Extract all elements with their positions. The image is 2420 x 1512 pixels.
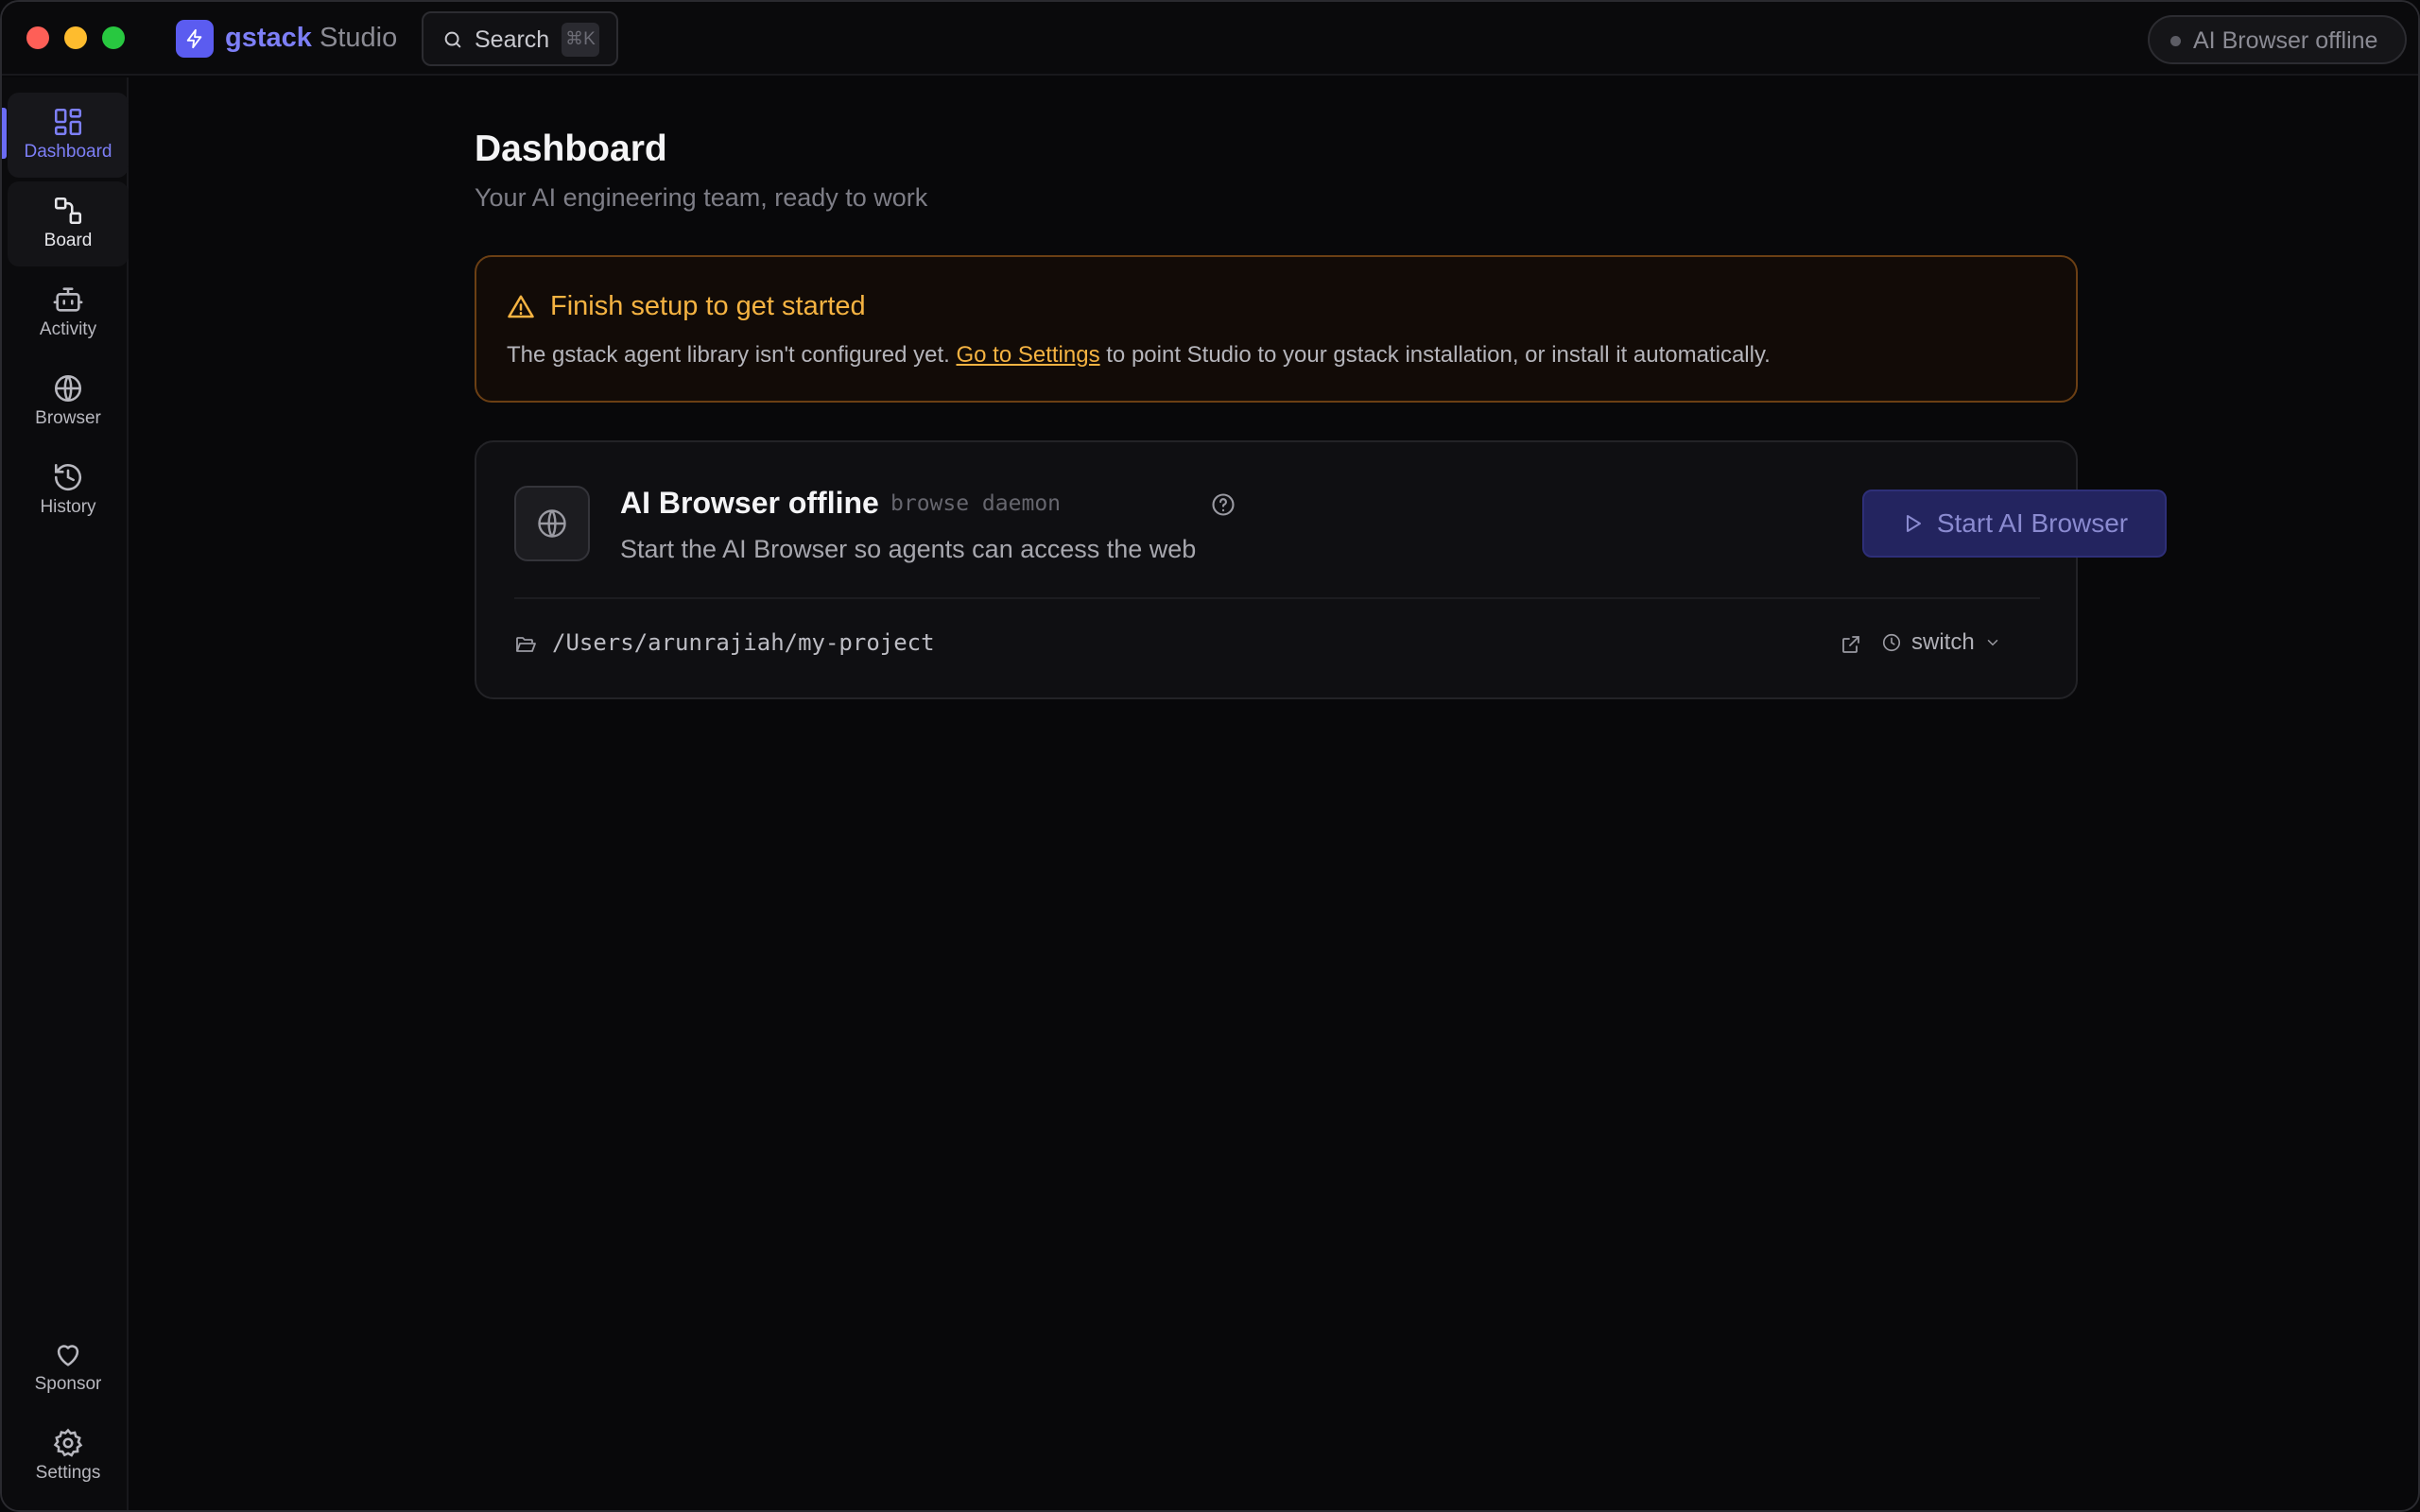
minimize-window-button[interactable] [64,26,87,49]
sidebar-item-label: Sponsor [34,1374,102,1394]
play-icon [1906,515,1921,532]
sidebar-item-label: Dashboard [24,142,112,162]
board-icon [54,197,82,225]
main-content: Dashboard Your AI engineering team, read… [130,77,2418,1510]
divider [514,597,2040,599]
robot-icon [53,287,83,312]
gear-icon [53,1428,83,1457]
setup-warning-card: Finish setup to get started The gstack a… [475,255,2078,403]
browser-status-badge[interactable]: AI Browser offline [2148,15,2407,64]
warning-icon [507,293,535,326]
setup-warning-body: The gstack agent library isn't configure… [507,342,1771,369]
switch-label: switch [1911,629,1975,655]
external-link-icon[interactable] [1840,633,1862,661]
help-icon[interactable] [1210,491,1236,523]
app-window: gstack Studio Search ⌘K AI Browser offli… [0,0,2420,1512]
brand-name: gstack [225,23,312,53]
globe-icon [514,486,590,561]
sidebar-item-settings[interactable]: Settings [8,1414,129,1499]
sidebar-item-label: Settings [35,1463,101,1483]
project-path: /Users/arunrajiah/my-project [552,629,935,656]
sidebar-item-label: History [40,497,96,517]
page-subtitle: Your AI engineering team, ready to work [475,183,928,212]
setup-warning-title: Finish setup to get started [550,291,866,321]
browser-card-title: AI Browser offline [620,486,879,520]
sidebar-item-dashboard[interactable]: Dashboard [8,93,129,178]
browser-status-text: AI Browser offline [2193,27,2378,54]
globe-icon [54,374,82,403]
status-dot [2170,36,2181,46]
zoom-window-button[interactable] [102,26,125,49]
search-icon [442,29,463,55]
sidebar-item-board[interactable]: Board [8,181,129,266]
chevron-down-icon [1987,640,1997,646]
title-bar: gstack Studio Search ⌘K AI Browser offli… [2,2,2418,76]
ai-browser-card: AI Browser offline browse daemon Start t… [475,440,2167,699]
clock-icon [1882,633,1901,652]
switch-project-dropdown[interactable]: switch [1881,629,2001,656]
browse-daemon-tag: browse daemon [890,491,1062,516]
search-shortcut: ⌘K [562,23,599,57]
setup-body-before: The gstack agent library isn't configure… [507,342,957,368]
start-ai-browser-label: Start AI Browser [1936,508,2129,538]
go-to-settings-link[interactable]: Go to Settings [957,342,1100,368]
start-ai-browser-button[interactable]: Start AI Browser [1862,490,2167,558]
browser-card-description: Start the AI Browser so agents can acces… [620,535,1197,563]
sidebar: Dashboard Board Activity Browser History… [2,77,129,1510]
dashboard-icon [54,108,82,136]
sidebar-item-activity[interactable]: Activity [8,270,129,355]
search-label: Search [475,26,550,53]
brand-subtitle: Studio [320,23,398,53]
active-indicator [2,108,7,159]
sidebar-item-label: Activity [39,319,97,339]
folder-open-icon [514,633,537,661]
page-title: Dashboard [475,129,667,169]
sidebar-item-label: Browser [35,408,101,428]
close-window-button[interactable] [26,26,49,49]
sidebar-item-browser[interactable]: Browser [8,359,129,444]
history-icon [54,463,82,491]
sidebar-item-history[interactable]: History [8,448,129,533]
search-button[interactable]: Search ⌘K [422,11,618,66]
heart-icon [57,1345,79,1366]
setup-body-after: to point Studio to your gstack installat… [1099,342,1771,368]
lightning-logo-icon [176,20,214,58]
sidebar-item-label: Board [43,231,93,250]
sidebar-item-sponsor[interactable]: Sponsor [8,1325,129,1410]
